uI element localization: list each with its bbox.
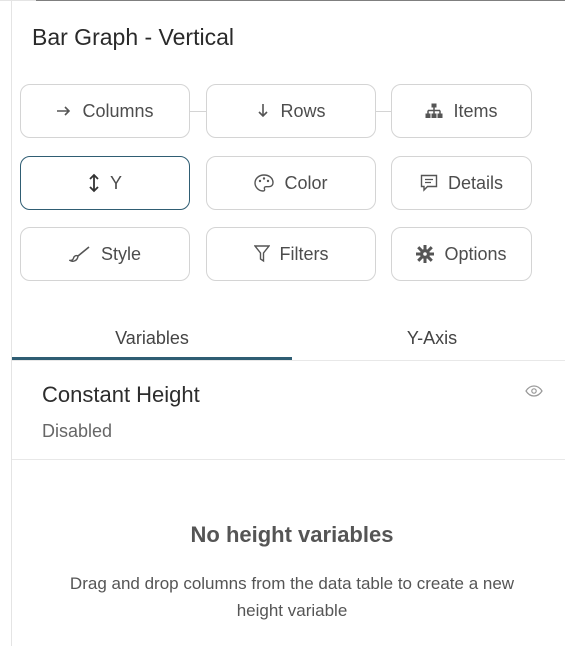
tab-bar: Variables Y-Axis bbox=[12, 316, 565, 362]
tab-variables[interactable]: Variables bbox=[12, 316, 292, 360]
variable-item[interactable]: Constant Height Disabled bbox=[12, 362, 565, 460]
top-border bbox=[0, 0, 565, 1]
brush-icon bbox=[68, 246, 91, 262]
variable-name: Constant Height bbox=[42, 382, 200, 407]
filters-button[interactable]: Filters bbox=[206, 227, 376, 281]
arrow-down-icon bbox=[256, 103, 270, 119]
funnel-icon bbox=[253, 245, 270, 263]
comment-icon bbox=[420, 174, 438, 192]
filters-button-label: Filters bbox=[279, 243, 329, 264]
tab-y-axis[interactable]: Y-Axis bbox=[292, 316, 565, 360]
tab-variables-label: Variables bbox=[115, 327, 189, 348]
button-row-2: Y Color Details bbox=[20, 156, 532, 212]
items-button[interactable]: Items bbox=[391, 84, 532, 138]
empty-state-description: Drag and drop columns from the data tabl… bbox=[69, 574, 515, 620]
variable-status: Disabled bbox=[42, 421, 113, 441]
y-button-label: Y bbox=[109, 172, 122, 193]
options-button[interactable]: Options bbox=[391, 227, 532, 281]
button-row-1: Columns Rows Items bbox=[20, 84, 532, 140]
color-button[interactable]: Color bbox=[206, 156, 376, 210]
variable-divider bbox=[12, 459, 565, 460]
columns-button[interactable]: Columns bbox=[20, 84, 190, 138]
rows-button[interactable]: Rows bbox=[206, 84, 376, 138]
connector-line bbox=[190, 111, 206, 112]
connector-line bbox=[376, 111, 391, 112]
hierarchy-icon bbox=[425, 103, 443, 119]
gear-icon bbox=[416, 245, 435, 263]
empty-state-title: No height variables bbox=[190, 522, 394, 547]
details-button[interactable]: Details bbox=[391, 156, 532, 210]
palette-icon bbox=[254, 174, 275, 192]
details-button-label: Details bbox=[447, 172, 504, 193]
options-button-label: Options bbox=[444, 243, 507, 264]
panel-title: Bar Graph - Vertical bbox=[32, 24, 234, 50]
vertical-arrows-icon bbox=[88, 173, 100, 193]
arrow-right-icon bbox=[56, 104, 72, 118]
y-button[interactable]: Y bbox=[20, 156, 190, 210]
button-row-3: Style Filters Options bbox=[20, 227, 532, 283]
rows-button-label: Rows bbox=[280, 100, 326, 121]
tab-y-axis-label: Y-Axis bbox=[406, 327, 458, 348]
style-button[interactable]: Style bbox=[20, 227, 190, 281]
columns-button-label: Columns bbox=[82, 100, 154, 121]
items-button-label: Items bbox=[453, 100, 498, 121]
tab-divider bbox=[12, 360, 565, 361]
style-button-label: Style bbox=[100, 243, 142, 264]
color-button-label: Color bbox=[284, 172, 328, 193]
eye-icon[interactable] bbox=[525, 384, 543, 402]
corner-tick bbox=[0, 0, 36, 1]
